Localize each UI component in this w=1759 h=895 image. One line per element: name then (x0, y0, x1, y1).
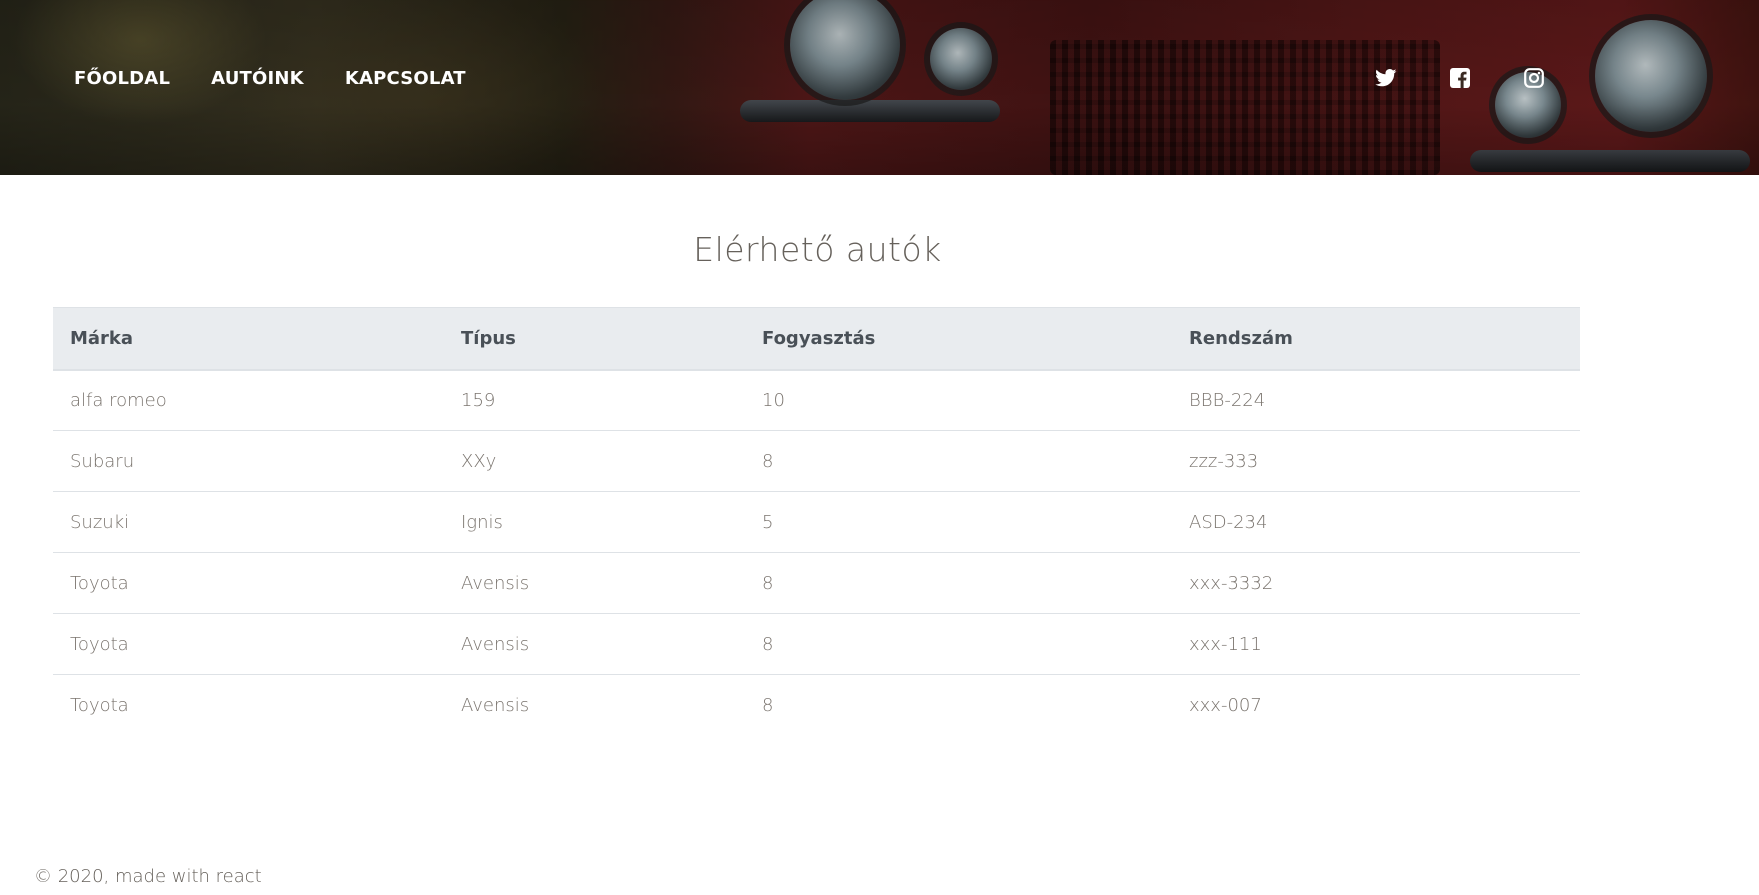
cell-fogyasztas: 8 (745, 430, 1172, 492)
cell-tipus: Ignis (444, 491, 745, 553)
cell-marka: Suzuki (53, 491, 444, 553)
cell-marka: Toyota (53, 613, 444, 675)
header-banner: FŐOLDAL AUTÓINK KAPCSOLAT (0, 0, 1759, 175)
column-header-marka: Márka (53, 307, 444, 371)
cell-rendszam: zzz-333 (1172, 430, 1580, 492)
nav-item-kapcsolat[interactable]: KAPCSOLAT (345, 68, 466, 89)
column-header-rendszam: Rendszám (1172, 307, 1580, 371)
cell-rendszam: xxx-111 (1172, 613, 1580, 675)
twitter-icon[interactable] (1374, 66, 1398, 90)
column-header-fogyasztas: Fogyasztás (745, 307, 1172, 371)
cell-marka: Toyota (70, 694, 129, 716)
footer-copyright: © 2020, made with react (34, 866, 262, 887)
main-nav: FŐOLDAL AUTÓINK KAPCSOLAT (74, 68, 466, 89)
cell-fogyasztas: 10 (745, 369, 1172, 431)
cell-marka: Subaru (53, 430, 444, 492)
facebook-icon[interactable] (1448, 66, 1472, 90)
cell-tipus: Avensis (461, 694, 530, 716)
cell-fogyasztas: 5 (745, 491, 1172, 553)
cars-table: Márka Típus Fogyasztás Rendszám alfa rom… (53, 307, 1580, 736)
cell-marka: alfa romeo (53, 369, 444, 431)
table-row: Suzuki Ignis 5 ASD-234 (53, 491, 1580, 553)
cell-fogyasztas: 8 (762, 694, 774, 716)
cell-tipus: 159 (444, 369, 745, 431)
cell-fogyasztas: 8 (745, 613, 1172, 675)
column-header-tipus: Típus (444, 307, 745, 371)
cell-tipus: Avensis (444, 552, 745, 614)
table-row: alfa romeo 159 10 BBB-224 (53, 369, 1580, 431)
instagram-icon[interactable] (1522, 66, 1546, 90)
cell-tipus: XXy (444, 430, 745, 492)
cell-fogyasztas: 8 (745, 552, 1172, 614)
social-links (1374, 66, 1546, 90)
nav-item-fooldal[interactable]: FŐOLDAL (74, 68, 170, 89)
cell-rendszam: xxx-3332 (1172, 552, 1580, 614)
table-header-row: Márka Típus Fogyasztás Rendszám (53, 307, 1580, 371)
cell-marka: Toyota (53, 552, 444, 614)
nav-item-autoink[interactable]: AUTÓINK (211, 68, 304, 89)
table-row: Toyota Avensis 8 xxx-3332 (53, 552, 1580, 614)
page-title: Elérhető autók (693, 230, 942, 269)
table-row: Toyota Avensis 8 xxx-111 (53, 613, 1580, 675)
table-row: Subaru XXy 8 zzz-333 (53, 430, 1580, 492)
cell-rendszam: xxx-007 (1189, 694, 1262, 716)
cell-tipus: Avensis (444, 613, 745, 675)
table-row: Toyota Avensis 8 xxx-007 (53, 675, 1580, 736)
cell-rendszam: ASD-234 (1172, 491, 1580, 553)
cell-rendszam: BBB-224 (1172, 369, 1580, 431)
